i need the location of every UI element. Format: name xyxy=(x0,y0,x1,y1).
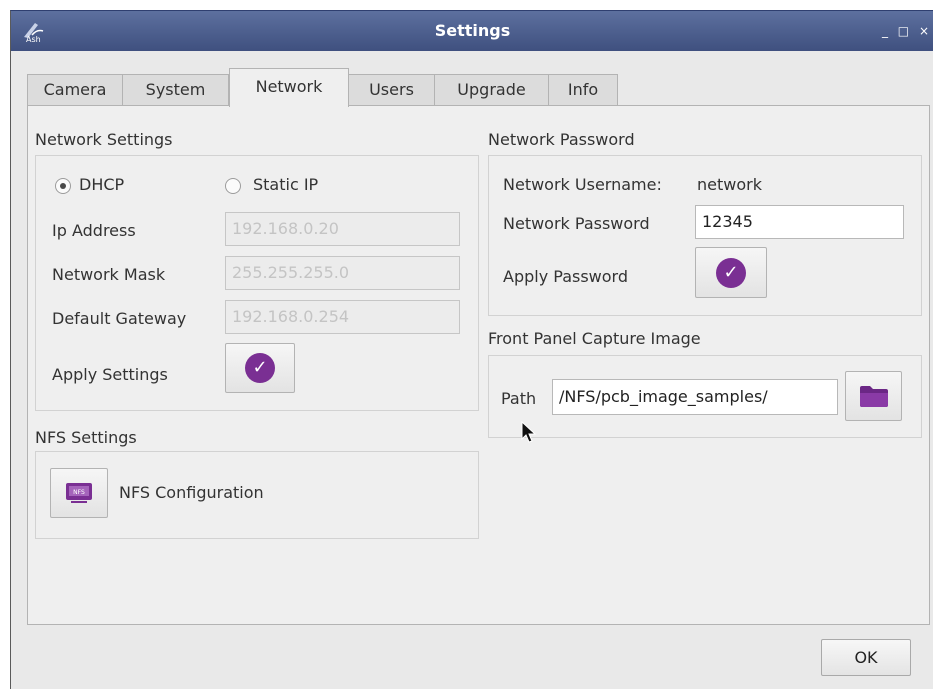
network-password-title: Network Password xyxy=(488,130,635,149)
dhcp-radio[interactable] xyxy=(55,178,71,194)
folder-icon xyxy=(860,386,888,407)
tab-camera[interactable]: Camera xyxy=(27,74,123,106)
static-ip-radio[interactable] xyxy=(225,178,241,194)
ip-address-label: Ip Address xyxy=(52,221,136,240)
settings-window: Ash Settings _ □ × Camera System Network… xyxy=(10,10,933,689)
checkmark-icon: ✓ xyxy=(716,258,746,288)
network-password-input[interactable]: 12345 xyxy=(695,205,904,239)
window-title: Settings xyxy=(434,21,511,40)
nfs-configuration-label[interactable]: NFS Configuration xyxy=(119,483,264,502)
checkmark-icon: ✓ xyxy=(245,353,275,383)
network-settings-title: Network Settings xyxy=(35,130,173,149)
apply-settings-button[interactable]: ✓ xyxy=(225,343,295,393)
maximize-icon[interactable]: □ xyxy=(898,24,912,38)
front-panel-title: Front Panel Capture Image xyxy=(488,329,701,348)
dhcp-label[interactable]: DHCP xyxy=(79,175,124,194)
window-controls: _ □ × xyxy=(882,11,932,51)
tab-bar: Camera System Network Users Upgrade Info xyxy=(27,68,927,107)
default-gateway-label: Default Gateway xyxy=(52,309,187,328)
tab-upgrade[interactable]: Upgrade xyxy=(434,74,549,106)
apply-password-label: Apply Password xyxy=(503,267,628,286)
default-gateway-input[interactable]: 192.168.0.254 xyxy=(225,300,460,334)
minimize-icon[interactable]: _ xyxy=(882,24,891,38)
network-username-value: network xyxy=(697,175,762,194)
nfs-settings-title: NFS Settings xyxy=(35,428,137,447)
network-password-label: Network Password xyxy=(503,214,650,233)
close-icon[interactable]: × xyxy=(919,24,932,38)
apply-password-button[interactable]: ✓ xyxy=(695,247,767,298)
apply-settings-label: Apply Settings xyxy=(52,365,168,384)
ok-button[interactable]: OK xyxy=(821,639,911,676)
ip-address-input[interactable]: 192.168.0.20 xyxy=(225,212,460,246)
tab-info[interactable]: Info xyxy=(548,74,618,106)
path-label: Path xyxy=(501,389,537,408)
nfs-drive-icon: NFS xyxy=(66,483,92,503)
tab-system[interactable]: System xyxy=(122,74,229,106)
path-input[interactable]: /NFS/pcb_image_samples/ xyxy=(552,379,838,415)
title-bar[interactable]: Ash Settings _ □ × xyxy=(11,11,933,51)
nfs-configuration-button[interactable]: NFS xyxy=(50,468,108,518)
nfs-icon-text: NFS xyxy=(73,489,85,496)
browse-folder-button[interactable] xyxy=(845,371,902,421)
static-ip-label[interactable]: Static IP xyxy=(253,175,318,194)
tab-users[interactable]: Users xyxy=(348,74,435,106)
tab-network[interactable]: Network xyxy=(229,68,349,107)
mouse-cursor-icon xyxy=(521,421,537,443)
network-username-label: Network Username: xyxy=(503,175,662,194)
network-mask-label: Network Mask xyxy=(52,265,166,284)
network-mask-input[interactable]: 255.255.255.0 xyxy=(225,256,460,290)
